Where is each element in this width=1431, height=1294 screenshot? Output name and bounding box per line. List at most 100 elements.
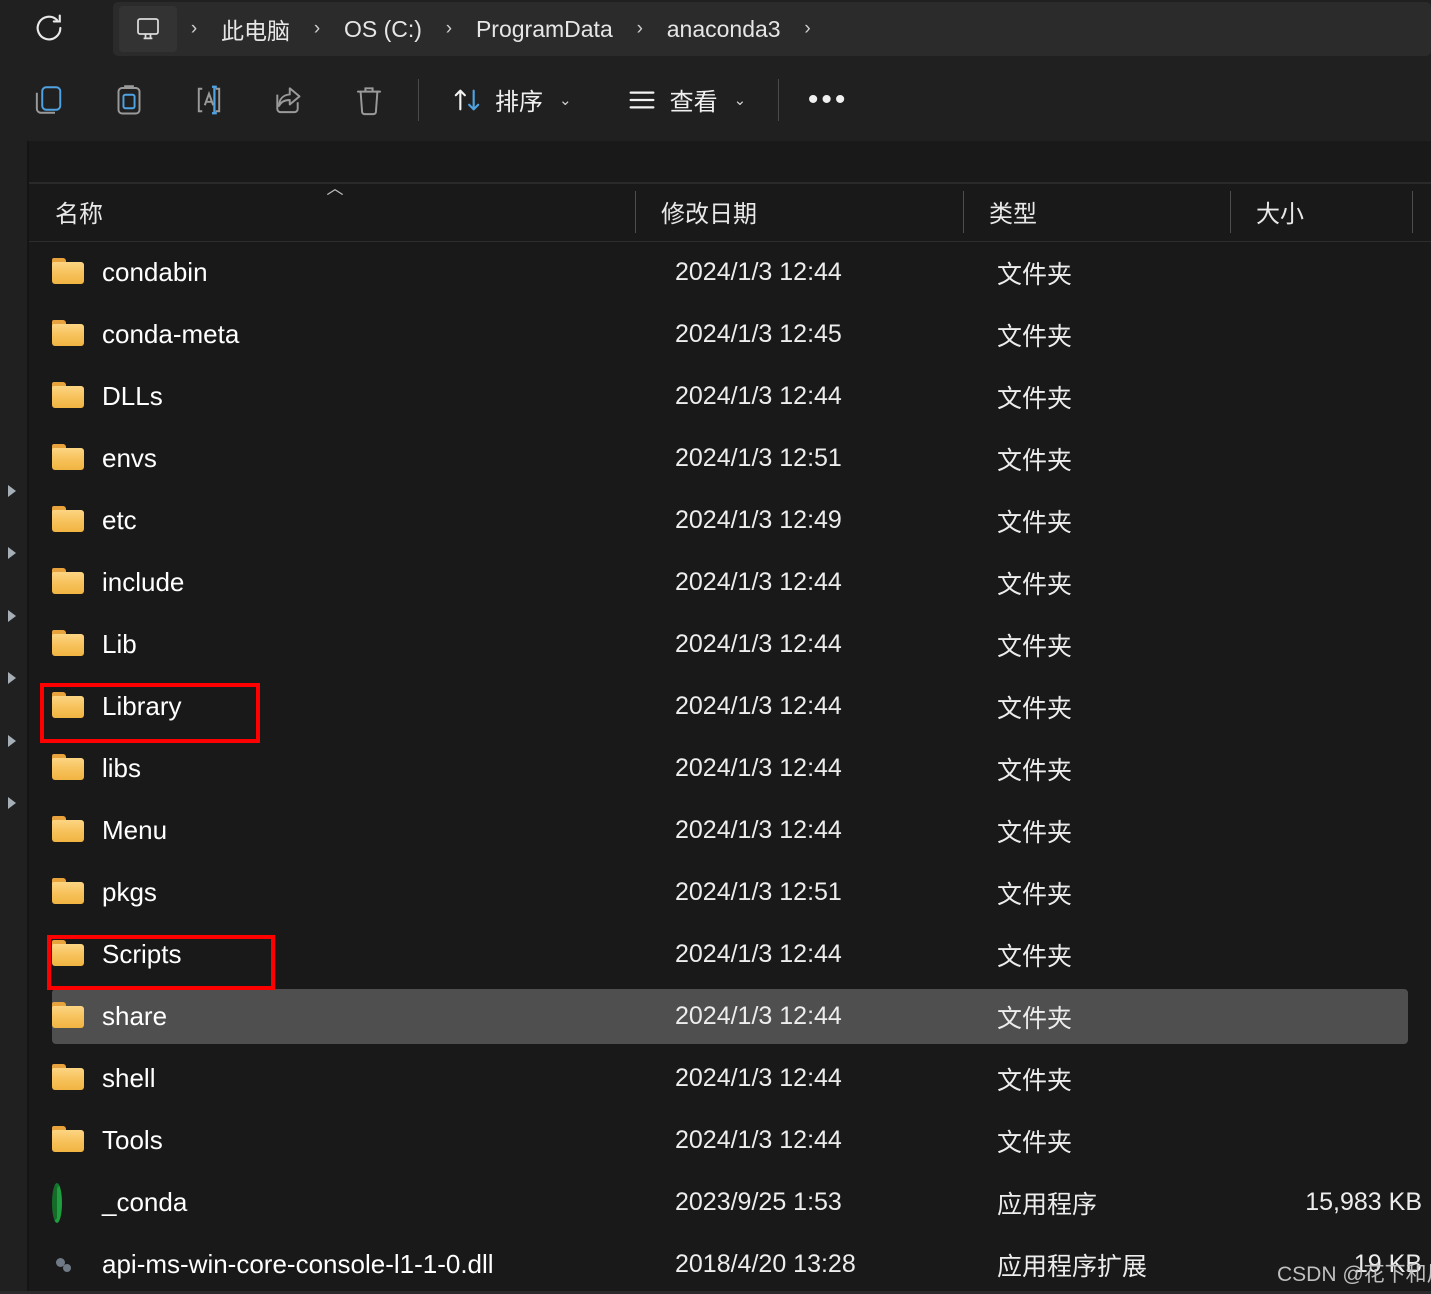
file-type-cell: 文件夹 bbox=[997, 1123, 1072, 1159]
file-name-cell: DLLs bbox=[52, 381, 163, 412]
folder-icon bbox=[52, 754, 84, 784]
more-options-button[interactable]: ••• bbox=[797, 71, 859, 129]
folder-icon bbox=[52, 1002, 84, 1032]
file-type-cell: 应用程序扩展 bbox=[997, 1247, 1147, 1283]
folder-icon bbox=[52, 1126, 84, 1156]
file-type-cell: 文件夹 bbox=[997, 317, 1072, 353]
file-name-cell: shell bbox=[52, 1063, 155, 1094]
breadcrumb-this-pc-icon[interactable] bbox=[119, 6, 177, 52]
file-name-label: Lib bbox=[102, 629, 137, 660]
copy-icon[interactable] bbox=[18, 71, 80, 129]
column-divider[interactable] bbox=[1412, 191, 1413, 233]
file-date-cell: 2024/1/3 12:44 bbox=[675, 692, 842, 721]
file-type-cell: 文件夹 bbox=[997, 751, 1072, 787]
sort-label: 排序 bbox=[495, 82, 543, 117]
file-type-cell: 文件夹 bbox=[997, 875, 1072, 911]
file-name-cell: api-ms-win-core-console-l1-1-0.dll bbox=[52, 1249, 494, 1280]
file-date-cell: 2024/1/3 12:44 bbox=[675, 258, 842, 287]
file-type-cell: 文件夹 bbox=[997, 379, 1072, 415]
folder-icon bbox=[52, 816, 84, 846]
chevron-right-icon[interactable] bbox=[4, 733, 22, 751]
chevron-right-icon[interactable] bbox=[4, 670, 22, 688]
table-row[interactable]: libs2024/1/3 12:44文件夹 bbox=[52, 741, 1408, 796]
table-row[interactable]: Lib2024/1/3 12:44文件夹 bbox=[52, 617, 1408, 672]
paste-icon[interactable] bbox=[98, 71, 160, 129]
delete-icon[interactable] bbox=[338, 71, 400, 129]
column-header-date[interactable]: 修改日期 bbox=[635, 182, 963, 241]
file-date-cell: 2024/1/3 12:51 bbox=[675, 878, 842, 907]
file-date-cell: 2023/9/25 1:53 bbox=[675, 1188, 842, 1217]
file-date-cell: 2024/1/3 12:44 bbox=[675, 1064, 842, 1093]
annotation-box-scripts bbox=[47, 935, 275, 990]
file-date-cell: 2024/1/3 12:51 bbox=[675, 444, 842, 473]
folder-icon bbox=[52, 878, 84, 908]
file-name-cell: Tools bbox=[52, 1125, 163, 1156]
table-row[interactable]: share 2024/1/3 12:44 文件夹 bbox=[52, 989, 1408, 1044]
view-button[interactable]: 查看 ⌄ bbox=[612, 71, 761, 129]
file-name-cell: _conda bbox=[52, 1187, 187, 1218]
file-date-cell: 2024/1/3 12:44 bbox=[675, 1126, 842, 1155]
table-row[interactable]: pkgs 2024/1/3 12:51 文件夹 bbox=[52, 865, 1408, 920]
file-name-label: Tools bbox=[102, 1125, 163, 1156]
file-name-cell: share bbox=[52, 1001, 167, 1032]
refresh-icon[interactable] bbox=[25, 4, 73, 52]
table-row[interactable]: Menu2024/1/3 12:44文件夹 bbox=[52, 803, 1408, 858]
table-row[interactable]: _conda2023/9/25 1:53应用程序15,983 KB bbox=[52, 1175, 1408, 1230]
breadcrumb-item-2[interactable]: ProgramData bbox=[466, 6, 623, 52]
folder-icon bbox=[52, 506, 84, 536]
file-type-cell: 文件夹 bbox=[997, 255, 1072, 291]
chevron-right-icon[interactable] bbox=[4, 545, 22, 563]
table-row[interactable]: etc2024/1/3 12:49文件夹 bbox=[52, 493, 1408, 548]
rename-icon[interactable] bbox=[178, 71, 240, 129]
file-type-cell: 文件夹 bbox=[997, 1061, 1072, 1097]
address-bar[interactable]: › 此电脑 › OS (C:) › ProgramData › anaconda… bbox=[113, 2, 1431, 56]
file-name-label: api-ms-win-core-console-l1-1-0.dll bbox=[102, 1249, 494, 1280]
file-name-cell: Lib bbox=[52, 629, 137, 660]
file-name-label: etc bbox=[102, 505, 137, 536]
file-date-cell: 2024/1/3 12:45 bbox=[675, 320, 842, 349]
file-date-cell: 2024/1/3 12:44 bbox=[675, 568, 842, 597]
file-date-cell: 2024/1/3 12:44 bbox=[675, 1002, 842, 1031]
file-type-cell: 文件夹 bbox=[997, 937, 1072, 973]
table-row[interactable]: include2024/1/3 12:44文件夹 bbox=[52, 555, 1408, 610]
chevron-right-icon[interactable] bbox=[4, 608, 22, 626]
file-name-label: conda-meta bbox=[102, 319, 239, 350]
breadcrumb-separator: › bbox=[177, 6, 211, 52]
chevron-down-icon: ⌄ bbox=[559, 91, 572, 109]
toolbar-divider bbox=[778, 79, 779, 121]
file-list[interactable]: condabin 2024/1/3 12:44 文件夹 conda-meta 2024/… bbox=[29, 243, 1431, 1294]
chevron-right-icon[interactable] bbox=[4, 483, 22, 501]
file-type-cell: 文件夹 bbox=[997, 999, 1072, 1035]
breadcrumb-item-3[interactable]: anaconda3 bbox=[657, 6, 791, 52]
column-header-type[interactable]: 类型 bbox=[963, 182, 1230, 241]
file-name-label: envs bbox=[102, 443, 157, 474]
file-name-label: share bbox=[102, 1001, 167, 1032]
table-row[interactable]: Tools 2024/1/3 12:44 文件夹 bbox=[52, 1113, 1408, 1168]
file-date-cell: 2024/1/3 12:44 bbox=[675, 816, 842, 845]
breadcrumb-item-1[interactable]: OS (C:) bbox=[334, 6, 432, 52]
table-row[interactable]: envs2024/1/3 12:51文件夹 bbox=[52, 431, 1408, 486]
share-icon[interactable] bbox=[258, 71, 320, 129]
table-row[interactable]: DLLs 2024/1/3 12:44 文件夹 bbox=[52, 369, 1408, 424]
table-row[interactable]: shell 2024/1/3 12:44 文件夹 bbox=[52, 1051, 1408, 1106]
folder-icon bbox=[52, 320, 84, 350]
breadcrumb-item-0[interactable]: 此电脑 bbox=[211, 6, 300, 52]
file-name-cell: envs bbox=[52, 443, 157, 474]
chevron-down-icon: ⌄ bbox=[734, 91, 747, 109]
file-name-cell: condabin bbox=[52, 257, 208, 288]
folder-icon bbox=[52, 630, 84, 660]
table-row[interactable]: condabin 2024/1/3 12:44 文件夹 bbox=[52, 245, 1408, 300]
chevron-right-icon[interactable] bbox=[4, 795, 22, 813]
file-name-label: pkgs bbox=[102, 877, 157, 908]
file-date-cell: 2024/1/3 12:44 bbox=[675, 382, 842, 411]
dll-file-icon bbox=[52, 1250, 84, 1280]
folder-icon bbox=[52, 444, 84, 474]
table-row[interactable]: api-ms-win-core-console-l1-1-0.dll2018/4… bbox=[52, 1237, 1408, 1292]
sort-button[interactable]: 排序 ⌄ bbox=[437, 71, 586, 129]
file-name-cell: pkgs bbox=[52, 877, 157, 908]
file-name-cell: include bbox=[52, 567, 184, 598]
table-row[interactable]: conda-meta 2024/1/3 12:45 文件夹 bbox=[52, 307, 1408, 362]
column-header-size[interactable]: 大小 bbox=[1230, 182, 1412, 241]
command-toolbar: 排序 ⌄ 查看 ⌄ ••• bbox=[0, 58, 1431, 141]
breadcrumb-separator-end[interactable]: › bbox=[791, 6, 825, 52]
